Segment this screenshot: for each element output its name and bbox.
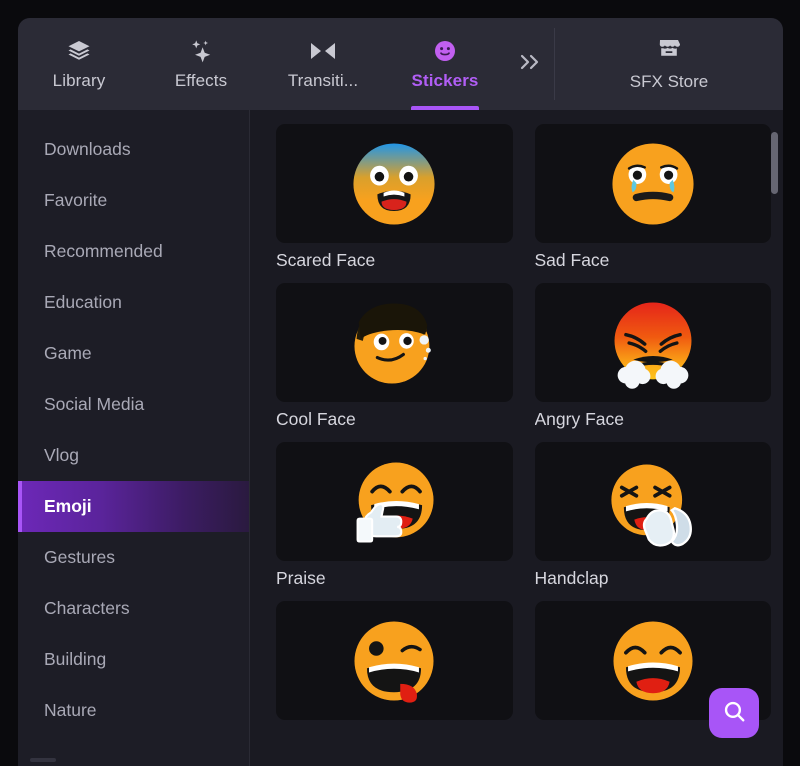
tab-effects[interactable]: Effects bbox=[140, 18, 262, 110]
tab-sfx-store[interactable]: SFX Store bbox=[555, 18, 783, 110]
sticker-label: Handclap bbox=[534, 568, 609, 588]
sidebar-item-label: Social Media bbox=[44, 394, 145, 414]
sidebar-item-label: Gestures bbox=[44, 547, 115, 567]
sidebar-item-label: Recommended bbox=[44, 241, 163, 261]
sidebar-item-game[interactable]: Game bbox=[18, 328, 249, 379]
sidebar-item-gestures[interactable]: Gestures bbox=[18, 532, 249, 583]
sticker-label: Sad Face bbox=[534, 250, 610, 270]
sticker-card[interactable]: Handclap bbox=[534, 442, 771, 589]
sidebar-item-label: Favorite bbox=[44, 190, 108, 210]
grid-scrollbar-track[interactable] bbox=[771, 118, 778, 758]
sticker-label: Praise bbox=[276, 568, 326, 588]
tab-label: Library bbox=[52, 70, 106, 90]
sticker-thumbnail bbox=[534, 124, 771, 243]
tab-label: Stickers bbox=[411, 70, 479, 90]
tab-label: Effects bbox=[174, 70, 228, 90]
sidebar-item-label: Education bbox=[44, 292, 122, 312]
sticker-grid: Scared Face Sad Face Cool Face Angry Fac… bbox=[276, 124, 771, 727]
praise-art bbox=[356, 461, 434, 543]
sticker-thumbnail bbox=[276, 442, 513, 561]
tab-label: Transiti... bbox=[287, 70, 359, 90]
tab-label: SFX Store bbox=[629, 72, 709, 91]
sidebar-item-favorite[interactable]: Favorite bbox=[18, 175, 249, 226]
panel-body: Downloads Favorite Recommended Education… bbox=[18, 110, 783, 766]
search-icon bbox=[722, 699, 747, 727]
sidebar-item-label: Game bbox=[44, 343, 92, 363]
sticker-thumbnail bbox=[534, 283, 771, 402]
tab-stickers[interactable]: Stickers bbox=[384, 18, 506, 110]
sidebar-item-label: Vlog bbox=[44, 445, 80, 465]
sticker-card[interactable]: Angry Face bbox=[534, 283, 771, 430]
tab-transitions[interactable]: Transiti... bbox=[262, 18, 384, 110]
cool-face-art bbox=[354, 302, 432, 384]
sparkles-icon bbox=[188, 38, 214, 64]
angry-face-art bbox=[614, 301, 692, 389]
sticker-thumbnail bbox=[276, 601, 513, 720]
sidebar-item-label: Characters bbox=[44, 598, 130, 618]
tab-bar: Library Effects Transiti... Stickers SFX… bbox=[18, 18, 783, 110]
double-chevron-right-icon[interactable] bbox=[506, 18, 554, 110]
scared-face-art bbox=[353, 142, 435, 225]
sidebar-item-label: Emoji bbox=[44, 496, 92, 516]
sticker-label: Cool Face bbox=[276, 409, 356, 429]
sidebar-item-building[interactable]: Building bbox=[18, 634, 249, 685]
search-button[interactable] bbox=[709, 688, 759, 738]
sidebar-item-characters[interactable]: Characters bbox=[18, 583, 249, 634]
sticker-thumbnail bbox=[276, 124, 513, 243]
panel-resize-handle[interactable] bbox=[30, 758, 56, 762]
sticker-label: Scared Face bbox=[276, 250, 376, 270]
sidebar-item-downloads[interactable]: Downloads bbox=[18, 124, 249, 175]
clapping-hands bbox=[642, 506, 692, 547]
winking-tongue-face-art bbox=[354, 620, 434, 703]
sticker-thumbnail bbox=[534, 442, 771, 561]
sticker-card[interactable] bbox=[276, 601, 513, 727]
sticker-panel: Library Effects Transiti... Stickers SFX… bbox=[18, 18, 783, 766]
sidebar-item-label: Nature bbox=[44, 700, 97, 720]
sticker-grid-panel: Scared Face Sad Face Cool Face Angry Fac… bbox=[250, 110, 783, 766]
sidebar-item-label: Downloads bbox=[44, 139, 131, 159]
sad-face-art bbox=[612, 142, 694, 225]
sidebar-item-social-media[interactable]: Social Media bbox=[18, 379, 249, 430]
smiley-icon bbox=[433, 38, 457, 64]
sticker-card[interactable]: Sad Face bbox=[534, 124, 771, 271]
sticker-card[interactable]: Praise bbox=[276, 442, 513, 589]
tab-library[interactable]: Library bbox=[18, 18, 140, 110]
sticker-card[interactable]: Scared Face bbox=[276, 124, 513, 271]
sidebar-item-emoji[interactable]: Emoji bbox=[18, 481, 249, 532]
tab-list: Library Effects Transiti... Stickers bbox=[18, 18, 554, 110]
transition-icon bbox=[309, 38, 337, 64]
grid-scrollbar-thumb[interactable] bbox=[771, 132, 778, 194]
sidebar-item-nature[interactable]: Nature bbox=[18, 685, 249, 736]
sticker-card[interactable]: Cool Face bbox=[276, 283, 513, 430]
sidebar-item-vlog[interactable]: Vlog bbox=[18, 430, 249, 481]
laughing-face-art bbox=[613, 620, 693, 701]
handclap-art bbox=[611, 464, 692, 547]
sidebar-item-label: Building bbox=[44, 649, 107, 669]
sticker-label: Angry Face bbox=[534, 409, 624, 429]
sticker-thumbnail bbox=[276, 283, 513, 402]
category-sidebar: Downloads Favorite Recommended Education… bbox=[18, 110, 250, 766]
sidebar-item-recommended[interactable]: Recommended bbox=[18, 226, 249, 277]
layers-icon bbox=[66, 38, 92, 64]
sidebar-item-education[interactable]: Education bbox=[18, 277, 249, 328]
store-icon bbox=[656, 36, 682, 65]
